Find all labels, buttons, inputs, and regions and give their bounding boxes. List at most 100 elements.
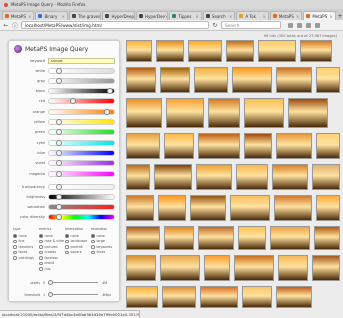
radio-button[interactable] (13, 256, 17, 260)
black-slider[interactable] (48, 88, 115, 95)
radio-button[interactable] (13, 239, 17, 243)
image-thumbnail[interactable] (312, 255, 340, 281)
search-input[interactable]: Search (221, 21, 281, 29)
image-thumbnail[interactable] (198, 133, 240, 159)
radio-option[interactable]: mix (39, 266, 65, 272)
image-thumbnail[interactable] (314, 226, 340, 250)
white-slider[interactable] (48, 67, 115, 74)
reload-icon[interactable]: ↻ (212, 22, 218, 29)
url-bar[interactable]: localhost/MetaPS/www/dist/img.html (21, 21, 209, 29)
browser-tab[interactable]: MetaPS × (2, 11, 35, 20)
image-thumbnail[interactable] (276, 133, 312, 159)
image-thumbnail[interactable] (164, 133, 194, 159)
tab-close-icon[interactable]: × (263, 14, 266, 19)
slider-knob[interactable] (56, 67, 63, 74)
image-thumbnail[interactable] (164, 226, 194, 250)
slider-knob[interactable] (56, 149, 63, 156)
radio-button[interactable] (39, 239, 43, 243)
radio-button[interactable] (91, 250, 95, 254)
radio-option[interactable]: square (65, 250, 91, 256)
green-slider[interactable] (48, 129, 115, 136)
keyword-input[interactable]: sunset (48, 57, 115, 64)
radio-option[interactable]: faces (91, 250, 117, 256)
image-thumbnail[interactable] (126, 133, 160, 159)
slider-knob[interactable] (56, 204, 63, 211)
browser-tab[interactable]: Binary × (35, 11, 68, 20)
pixels-slider[interactable] (48, 279, 99, 285)
tab-close-icon[interactable]: × (229, 14, 232, 19)
slider-knob[interactable] (56, 119, 63, 125)
back-arrow-icon[interactable]: ← (3, 22, 9, 29)
radio-button[interactable] (65, 239, 69, 243)
violet-slider[interactable] (48, 160, 115, 167)
image-thumbnail[interactable] (276, 67, 312, 93)
image-thumbnail[interactable] (274, 195, 312, 221)
image-thumbnail[interactable] (160, 67, 190, 93)
browser-tab[interactable]: A Tok × (236, 11, 269, 20)
image-thumbnail[interactable] (244, 98, 284, 128)
browser-tab[interactable]: Search × (202, 11, 236, 20)
image-thumbnail[interactable] (188, 40, 222, 62)
image-thumbnail[interactable] (126, 286, 158, 308)
info-icon[interactable]: ⓘ (12, 21, 18, 30)
browser-tab[interactable]: HyperDeep× (102, 11, 135, 20)
radio-button[interactable] (91, 245, 95, 249)
radio-button[interactable] (91, 234, 95, 238)
image-thumbnail[interactable] (198, 226, 234, 250)
tab-close-icon[interactable]: × (28, 14, 31, 19)
radio-button[interactable] (39, 250, 43, 254)
image-thumbnail[interactable] (204, 255, 230, 281)
tab-close-icon[interactable]: × (329, 14, 332, 19)
slider-knob[interactable] (48, 279, 54, 285)
home-icon[interactable] (306, 22, 311, 28)
slider-knob[interactable] (56, 170, 63, 177)
radio-button[interactable] (91, 239, 95, 243)
tab-close-icon[interactable]: × (165, 14, 167, 19)
image-thumbnail[interactable] (126, 255, 156, 281)
image-thumbnail[interactable] (272, 164, 308, 190)
slider-knob[interactable] (106, 88, 113, 95)
image-thumbnail[interactable] (154, 164, 192, 190)
image-thumbnail[interactable] (208, 98, 240, 128)
radio-button[interactable] (13, 234, 17, 238)
image-thumbnail[interactable] (196, 164, 232, 190)
slider-knob[interactable] (103, 108, 110, 115)
image-thumbnail[interactable] (316, 133, 340, 159)
image-thumbnail[interactable] (316, 195, 340, 221)
image-thumbnail[interactable] (276, 286, 312, 308)
radio-button[interactable] (65, 250, 69, 254)
blue-slider[interactable] (48, 149, 115, 156)
browser-tab[interactable]: The gravest× (68, 11, 102, 20)
brightness-slider[interactable] (48, 193, 115, 200)
slider-knob[interactable] (56, 77, 63, 84)
menu-icon[interactable] (315, 22, 320, 28)
tab-close-icon[interactable]: × (62, 14, 65, 19)
radio-button[interactable] (65, 245, 69, 249)
transparency-slider[interactable] (48, 183, 115, 190)
browser-tab[interactable]: MetaPS × (303, 11, 336, 20)
gray-slider[interactable] (48, 77, 115, 84)
image-thumbnail[interactable] (160, 255, 200, 281)
image-thumbnail[interactable] (232, 67, 272, 93)
image-thumbnail[interactable] (278, 255, 308, 281)
bookmark-star-icon[interactable] (288, 22, 293, 28)
tab-close-icon[interactable]: × (296, 14, 299, 19)
radio-option[interactable]: paintings (13, 255, 39, 261)
image-thumbnail[interactable] (194, 67, 228, 93)
radio-button[interactable] (39, 267, 43, 271)
radio-button[interactable] (13, 245, 17, 249)
saturation-slider[interactable] (48, 204, 115, 211)
browser-tab[interactable]: Tippes × (169, 11, 202, 20)
tab-close-icon[interactable]: × (196, 14, 199, 19)
radio-button[interactable] (13, 250, 17, 254)
image-thumbnail[interactable] (126, 164, 150, 190)
browser-tab[interactable]: MetaPS × (269, 11, 303, 20)
image-thumbnail[interactable] (162, 286, 196, 308)
image-thumbnail[interactable] (230, 195, 270, 221)
close-window-icon[interactable] (4, 2, 8, 7)
slider-knob[interactable] (56, 183, 63, 190)
slider-knob[interactable] (56, 193, 63, 200)
image-thumbnail[interactable] (226, 40, 254, 62)
image-thumbnail[interactable] (236, 164, 268, 190)
image-thumbnail[interactable] (234, 255, 274, 281)
